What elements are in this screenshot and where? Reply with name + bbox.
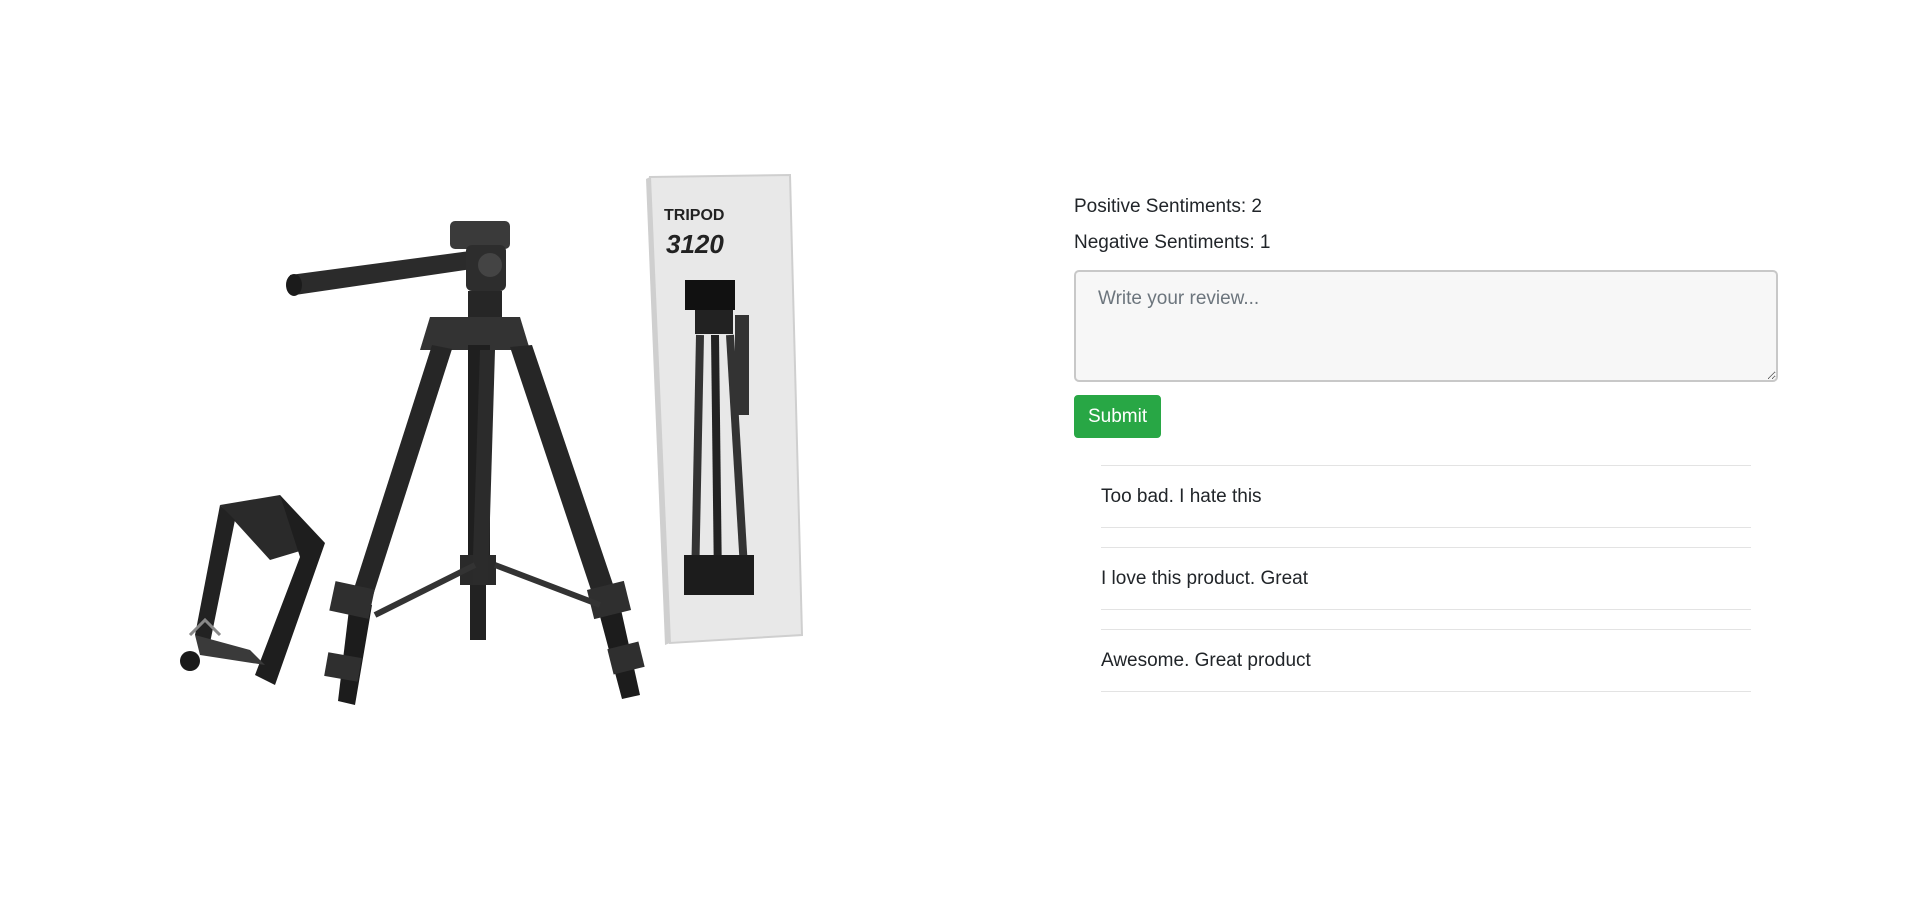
review-input[interactable]: [1074, 270, 1778, 382]
review-list: Too bad. I hate this I love this product…: [1074, 465, 1751, 692]
product-box-icon: TRIPOD 3120: [646, 173, 804, 645]
review-item: Too bad. I hate this: [1101, 465, 1751, 528]
tripod-product-image: TRIPOD 3120: [180, 173, 804, 705]
review-item: Awesome. Great product: [1101, 629, 1751, 692]
tripod-icon: [286, 221, 645, 705]
positive-sentiments-count: 2: [1251, 196, 1262, 217]
negative-sentiments: Negative Sentiments: 1: [1074, 232, 1778, 254]
box-model-label: 3120: [666, 229, 724, 259]
box-brand-label: TRIPOD: [664, 207, 724, 224]
positive-sentiments-label: Positive Sentiments:: [1074, 196, 1247, 217]
product-image: TRIPOD 3120: [150, 165, 810, 755]
phone-holder-icon: [180, 495, 325, 685]
review-panel: Positive Sentiments: 2 Negative Sentimen…: [1074, 196, 1778, 711]
negative-sentiments-label: Negative Sentiments:: [1074, 232, 1255, 253]
positive-sentiments: Positive Sentiments: 2: [1074, 196, 1778, 218]
page: TRIPOD 3120 Positive Sentiments: 2 Negat…: [0, 0, 1910, 905]
negative-sentiments-count: 1: [1259, 232, 1271, 253]
submit-button[interactable]: Submit: [1074, 395, 1162, 438]
review-item: I love this product. Great: [1101, 547, 1751, 610]
